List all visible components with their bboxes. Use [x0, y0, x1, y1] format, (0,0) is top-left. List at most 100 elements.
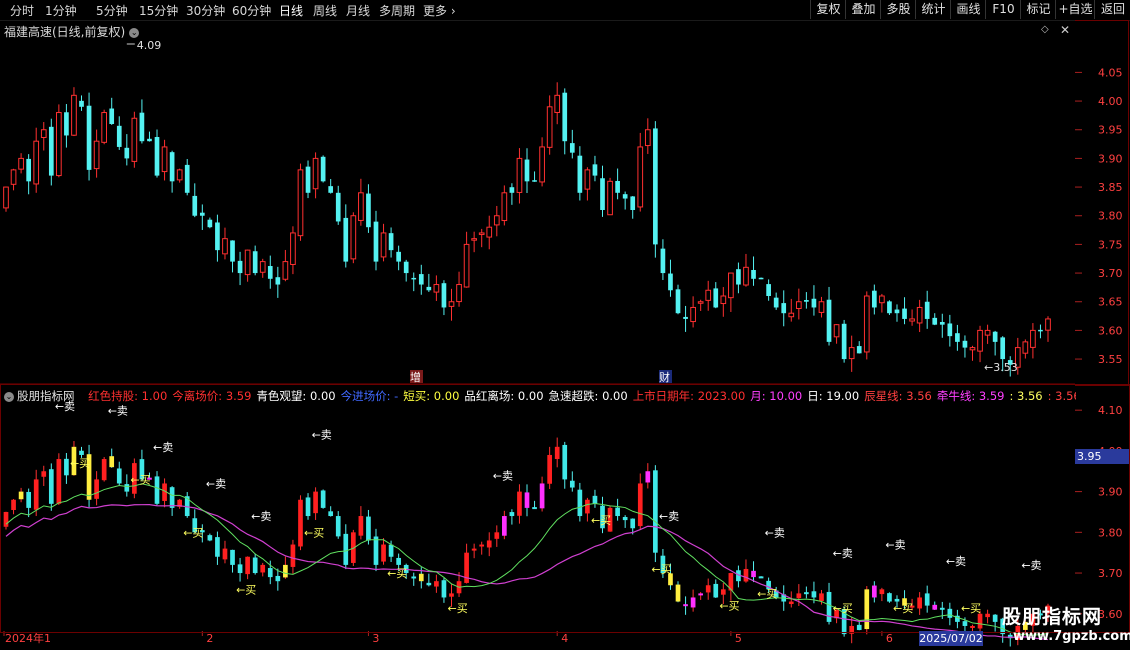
- candle-body-107: [811, 298, 817, 308]
- timeframe-tab-4[interactable]: 30分钟: [186, 2, 225, 19]
- toolbar-button-1[interactable]: 叠加: [845, 0, 881, 19]
- candle-body-12: [93, 140, 100, 170]
- cursor-date-tag: 2025/07/02: [919, 631, 983, 646]
- candle-body-124: [939, 321, 945, 325]
- candle-body-18: [139, 112, 145, 142]
- toolbar-button-7[interactable]: +自选: [1055, 0, 1095, 19]
- candle-body-55: [418, 274, 424, 285]
- candle-body-13: [101, 112, 108, 143]
- timeframe-tab-5[interactable]: 60分钟: [232, 2, 271, 19]
- candle-body-90: [683, 316, 688, 319]
- lower-pane-border: [0, 384, 1130, 633]
- candle-body-138: [1045, 318, 1051, 331]
- timeframe-tab-6[interactable]: 日线: [279, 2, 303, 19]
- candle-body-86: [653, 128, 658, 245]
- candle-body-72: [546, 106, 553, 148]
- diamond-icon[interactable]: ◇: [1041, 24, 1049, 35]
- candle-body-23: [176, 169, 183, 181]
- candle-body-41: [312, 157, 319, 190]
- candle-body-15: [116, 125, 122, 147]
- candle-body-132: [1000, 337, 1006, 360]
- stock-chart-window: { "toolbar": { "timeframes": [ {"label":…: [0, 0, 1130, 650]
- toolbar-button-2[interactable]: 多股: [880, 0, 916, 19]
- chevron-down-icon[interactable]: ⌄: [129, 27, 140, 38]
- candle-body-31: [237, 260, 243, 274]
- candle-body-28: [215, 222, 220, 251]
- timeframe-tab-7[interactable]: 周线: [313, 2, 337, 19]
- toolbar-button-3[interactable]: 统计: [915, 0, 951, 19]
- event-box-2: [659, 370, 672, 383]
- high-label: 4.09: [137, 39, 162, 52]
- timeframe-tab-9[interactable]: 多周期: [379, 2, 415, 19]
- timeframe-tab-10[interactable]: 更多 ›: [423, 2, 456, 19]
- candle-body-30: [230, 240, 235, 262]
- toolbar-button-0[interactable]: 复权: [810, 0, 846, 19]
- candle-body-76: [577, 155, 583, 193]
- candle-body-49: [373, 221, 379, 262]
- candle-body-120: [909, 318, 915, 322]
- timeframe-tab-8[interactable]: 月线: [346, 2, 370, 19]
- candle-body-122: [924, 301, 930, 319]
- candle-body-43: [328, 186, 334, 193]
- candle-body-65: [493, 215, 500, 226]
- candle-body-96: [728, 272, 734, 299]
- candle-body-111: [841, 323, 847, 360]
- candle-body-102: [773, 297, 779, 308]
- timeframe-tab-0[interactable]: 分时: [10, 2, 34, 19]
- timeframe-tab-2[interactable]: 5分钟: [96, 2, 128, 19]
- candle-body-8: [64, 112, 69, 136]
- candle-body-123: [932, 317, 938, 325]
- candle-body-91: [690, 306, 696, 323]
- candle-body-47: [358, 192, 364, 221]
- candle-body-67: [509, 187, 515, 193]
- candle-body-38: [290, 232, 296, 265]
- candle-body-104: [788, 312, 795, 318]
- timeframe-tab-1[interactable]: 1分钟: [45, 2, 77, 19]
- low-label: ←3.53: [984, 361, 1018, 374]
- candle-body-27: [207, 219, 213, 228]
- period-toolbar: 分时 1分钟 5分钟 15分钟 30分钟 60分钟 日线 周线 月线 多周期 更多 › 复权 叠加 多股…: [0, 0, 1130, 21]
- candle-body-39: [297, 169, 304, 237]
- candle-body-112: [848, 347, 855, 360]
- event-label-2: 财: [659, 370, 670, 384]
- x-tick-label-5: 6: [886, 632, 893, 645]
- candle-body-79: [600, 178, 605, 210]
- toolbar-button-5[interactable]: F10: [985, 0, 1021, 19]
- candle-body-50: [380, 232, 387, 258]
- candle-body-24: [184, 164, 190, 193]
- candle-body-37: [282, 261, 289, 280]
- candle-body-93: [705, 289, 712, 301]
- candle-body-85: [644, 129, 651, 147]
- candle-body-7: [56, 112, 62, 177]
- toolbar-button-6[interactable]: 标记: [1020, 0, 1056, 19]
- candle-body-131: [992, 331, 998, 342]
- candle-body-136: [1030, 329, 1036, 348]
- candle-body-33: [252, 251, 258, 274]
- upper-pane-border: [1075, 20, 1129, 386]
- toolbar-button-8[interactable]: 返回: [1094, 0, 1130, 19]
- watermark-title: 股朋指标网: [1002, 606, 1103, 628]
- candle-body-54: [411, 277, 417, 280]
- x-tick-label-2: 3: [372, 632, 379, 645]
- candle-body-4: [33, 140, 40, 185]
- toolbar-button-4[interactable]: 画线: [950, 0, 986, 19]
- candle-body-127: [962, 340, 968, 348]
- candle-body-5: [40, 129, 47, 138]
- candle-body-103: [781, 303, 787, 314]
- candle-body-80: [607, 180, 613, 216]
- candle-body-34: [259, 261, 266, 273]
- candle-body-1: [10, 169, 17, 185]
- candle-body-45: [343, 217, 349, 262]
- candle-body-100: [758, 277, 764, 280]
- candle-body-113: [856, 346, 862, 354]
- timeframe-tab-3[interactable]: 15分钟: [139, 2, 178, 19]
- candle-body-11: [86, 105, 92, 170]
- close-icon[interactable]: ✕: [1060, 23, 1070, 37]
- candle-body-51: [388, 233, 394, 251]
- candle-body-19: [147, 138, 152, 142]
- candle-body-22: [169, 152, 175, 182]
- candle-body-53: [403, 261, 409, 274]
- watermark-url: www.7gpzb.com: [1013, 629, 1130, 644]
- candle-body-10: [79, 100, 84, 107]
- candle-body-83: [630, 196, 636, 210]
